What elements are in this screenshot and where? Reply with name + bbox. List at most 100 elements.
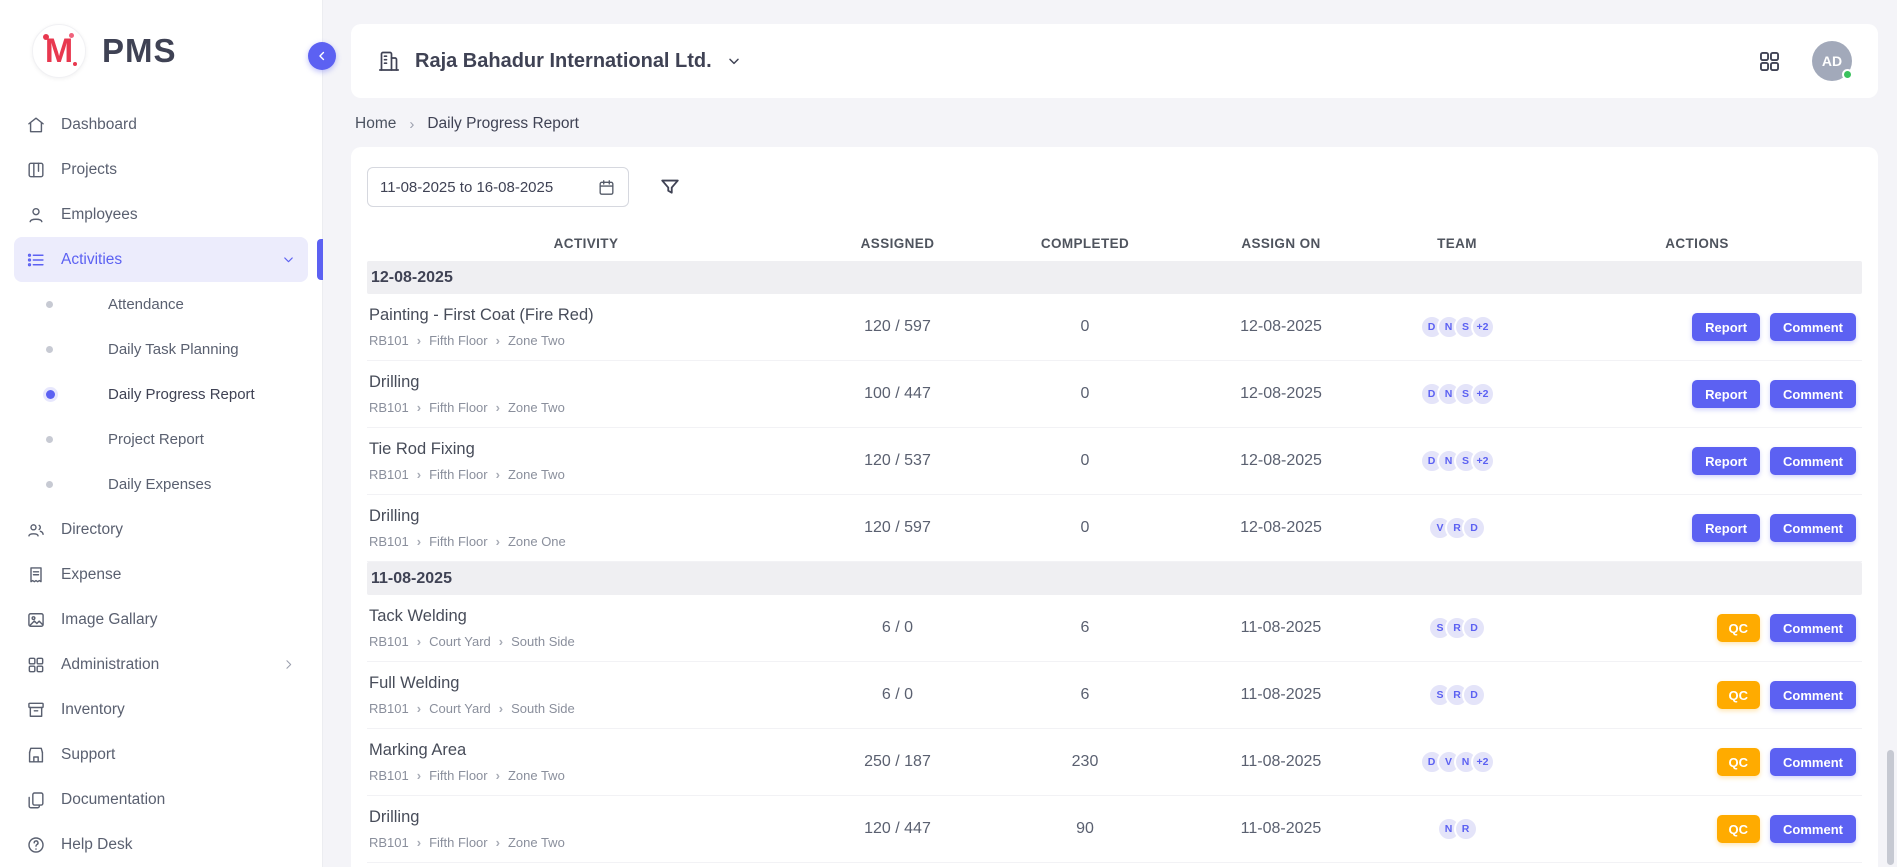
bullet-dot-icon bbox=[46, 481, 53, 488]
projects-icon bbox=[26, 160, 46, 180]
breadcrumb-home[interactable]: Home bbox=[355, 115, 396, 133]
app-name: PMS bbox=[102, 32, 177, 70]
sidebar-nav: DashboardProjects Employees Activities Atte… bbox=[0, 102, 322, 867]
comment-button[interactable]: Comment bbox=[1770, 815, 1856, 843]
assigned-value: 6 / 0 bbox=[805, 619, 990, 637]
team-avatar-more[interactable]: +2 bbox=[1471, 750, 1495, 774]
activity-cell: DrillingRB101›Fifth Floor›Zone Two bbox=[367, 808, 805, 850]
sidebar-item-expense[interactable]: Expense bbox=[14, 552, 308, 597]
sidebar-item-label: Directory bbox=[61, 521, 123, 539]
sidebar-item-image-gallary[interactable]: Image Gallary bbox=[14, 597, 308, 642]
comment-button[interactable]: Comment bbox=[1770, 748, 1856, 776]
path-segment: Zone Two bbox=[508, 467, 565, 482]
assigned-value: 100 / 447 bbox=[805, 385, 990, 403]
comment-button[interactable]: Comment bbox=[1770, 313, 1856, 341]
inventory-icon bbox=[26, 700, 46, 720]
team-avatar[interactable]: D bbox=[1462, 516, 1486, 540]
path-segment: Fifth Floor bbox=[429, 835, 488, 850]
bullet-dot-icon bbox=[46, 390, 55, 399]
sidebar-item-activities[interactable]: Activities bbox=[14, 237, 308, 282]
completed-value: 6 bbox=[990, 686, 1180, 704]
qc-button[interactable]: QC bbox=[1717, 681, 1761, 709]
sidebar-subitem-label: Attendance bbox=[108, 296, 184, 313]
activity-name: Marking Area bbox=[369, 741, 805, 760]
chevron-right-icon: › bbox=[496, 835, 500, 850]
path-segment: RB101 bbox=[369, 634, 409, 649]
help-icon bbox=[26, 835, 46, 855]
date-range-input[interactable]: 11-08-2025 to 16-08-2025 bbox=[367, 167, 629, 207]
chevron-right-icon: › bbox=[496, 768, 500, 783]
qc-button[interactable]: QC bbox=[1717, 815, 1761, 843]
team-avatar-more[interactable]: +2 bbox=[1471, 449, 1495, 473]
sidebar-item-label: Employees bbox=[61, 206, 138, 224]
sidebar-subitem-project-report[interactable]: Project Report bbox=[14, 417, 308, 462]
completed-value: 6 bbox=[990, 619, 1180, 637]
activity-row: Painting - First Coat (Fire Red)RB101›Fi… bbox=[367, 294, 1862, 361]
sidebar-subitem-attendance[interactable]: Attendance bbox=[14, 282, 308, 327]
user-avatar[interactable]: AD bbox=[1812, 41, 1852, 81]
report-button[interactable]: Report bbox=[1692, 380, 1760, 408]
sidebar-subitem-daily-expenses[interactable]: Daily Expenses bbox=[14, 462, 308, 507]
content-card: 11-08-2025 to 16-08-2025 ACTIVITYASSIGNE… bbox=[351, 147, 1878, 867]
team-avatar[interactable]: D bbox=[1462, 683, 1486, 707]
sidebar-item-dashboard[interactable]: Dashboard bbox=[14, 102, 308, 147]
report-button[interactable]: Report bbox=[1692, 514, 1760, 542]
sidebar-item-projects[interactable]: Projects bbox=[14, 147, 308, 192]
sidebar-item-label: Inventory bbox=[61, 701, 125, 719]
filter-row: 11-08-2025 to 16-08-2025 bbox=[367, 167, 1862, 207]
path-segment: RB101 bbox=[369, 835, 409, 850]
directory-icon bbox=[26, 520, 46, 540]
report-button[interactable]: Report bbox=[1692, 313, 1760, 341]
logo-row: M PMS bbox=[0, 0, 322, 102]
report-button[interactable]: Report bbox=[1692, 447, 1760, 475]
qc-button[interactable]: QC bbox=[1717, 614, 1761, 642]
company-selector[interactable]: Raja Bahadur International Ltd. bbox=[377, 49, 742, 73]
apps-grid-button[interactable] bbox=[1757, 49, 1782, 74]
date-group-header: 12-08-2025 bbox=[367, 261, 1862, 294]
team-cell: DNS+2 bbox=[1382, 449, 1532, 473]
comment-button[interactable]: Comment bbox=[1770, 380, 1856, 408]
topbar-right: AD bbox=[1757, 41, 1852, 81]
sidebar-item-support[interactable]: Support bbox=[14, 732, 308, 777]
chevron-right-icon: › bbox=[417, 634, 421, 649]
path-segment: Fifth Floor bbox=[429, 534, 488, 549]
activity-cell: Painting - First Coat (Fire Red)RB101›Fi… bbox=[367, 306, 805, 348]
breadcrumb: Home › Daily Progress Report bbox=[355, 115, 1878, 133]
vertical-scrollbar[interactable] bbox=[1887, 750, 1894, 865]
team-avatar-more[interactable]: +2 bbox=[1471, 315, 1495, 339]
team-avatar[interactable]: R bbox=[1454, 817, 1478, 841]
activity-path: RB101›Court Yard›South Side bbox=[369, 634, 805, 649]
comment-button[interactable]: Comment bbox=[1770, 514, 1856, 542]
expense-icon bbox=[26, 565, 46, 585]
sidebar-subitem-daily-progress-report[interactable]: Daily Progress Report bbox=[14, 372, 308, 417]
filter-button[interactable] bbox=[659, 176, 681, 198]
activity-name: Tack Welding bbox=[369, 607, 805, 626]
sidebar-item-employees[interactable]: Employees bbox=[14, 192, 308, 237]
sidebar-item-help-desk[interactable]: Help Desk bbox=[14, 822, 308, 867]
activity-path: RB101›Fifth Floor›Zone Two bbox=[369, 467, 805, 482]
path-segment: Zone Two bbox=[508, 835, 565, 850]
sidebar-collapse-button[interactable] bbox=[308, 42, 336, 70]
sidebar-item-label: Activities bbox=[61, 251, 122, 269]
comment-button[interactable]: Comment bbox=[1770, 681, 1856, 709]
path-segment: RB101 bbox=[369, 768, 409, 783]
company-name: Raja Bahadur International Ltd. bbox=[415, 50, 712, 73]
sidebar-item-documentation[interactable]: Documentation bbox=[14, 777, 308, 822]
path-segment: Fifth Floor bbox=[429, 768, 488, 783]
qc-button[interactable]: QC bbox=[1717, 748, 1761, 776]
sidebar-item-inventory[interactable]: Inventory bbox=[14, 687, 308, 732]
documentation-icon bbox=[26, 790, 46, 810]
team-avatar-more[interactable]: +2 bbox=[1471, 382, 1495, 406]
chevron-right-icon: › bbox=[417, 835, 421, 850]
sidebar-subitem-daily-task-planning[interactable]: Daily Task Planning bbox=[14, 327, 308, 372]
comment-button[interactable]: Comment bbox=[1770, 614, 1856, 642]
chevron-right-icon: › bbox=[496, 400, 500, 415]
progress-table: ACTIVITYASSIGNEDCOMPLETEDASSIGN ONTEAMAC… bbox=[367, 225, 1862, 863]
activity-name: Drilling bbox=[369, 373, 805, 392]
path-segment: Zone One bbox=[508, 534, 566, 549]
sidebar-item-directory[interactable]: Directory bbox=[14, 507, 308, 552]
comment-button[interactable]: Comment bbox=[1770, 447, 1856, 475]
team-avatar[interactable]: D bbox=[1462, 616, 1486, 640]
sidebar-item-administration[interactable]: Administration bbox=[14, 642, 308, 687]
sidebar-subitem-label: Project Report bbox=[108, 431, 204, 448]
